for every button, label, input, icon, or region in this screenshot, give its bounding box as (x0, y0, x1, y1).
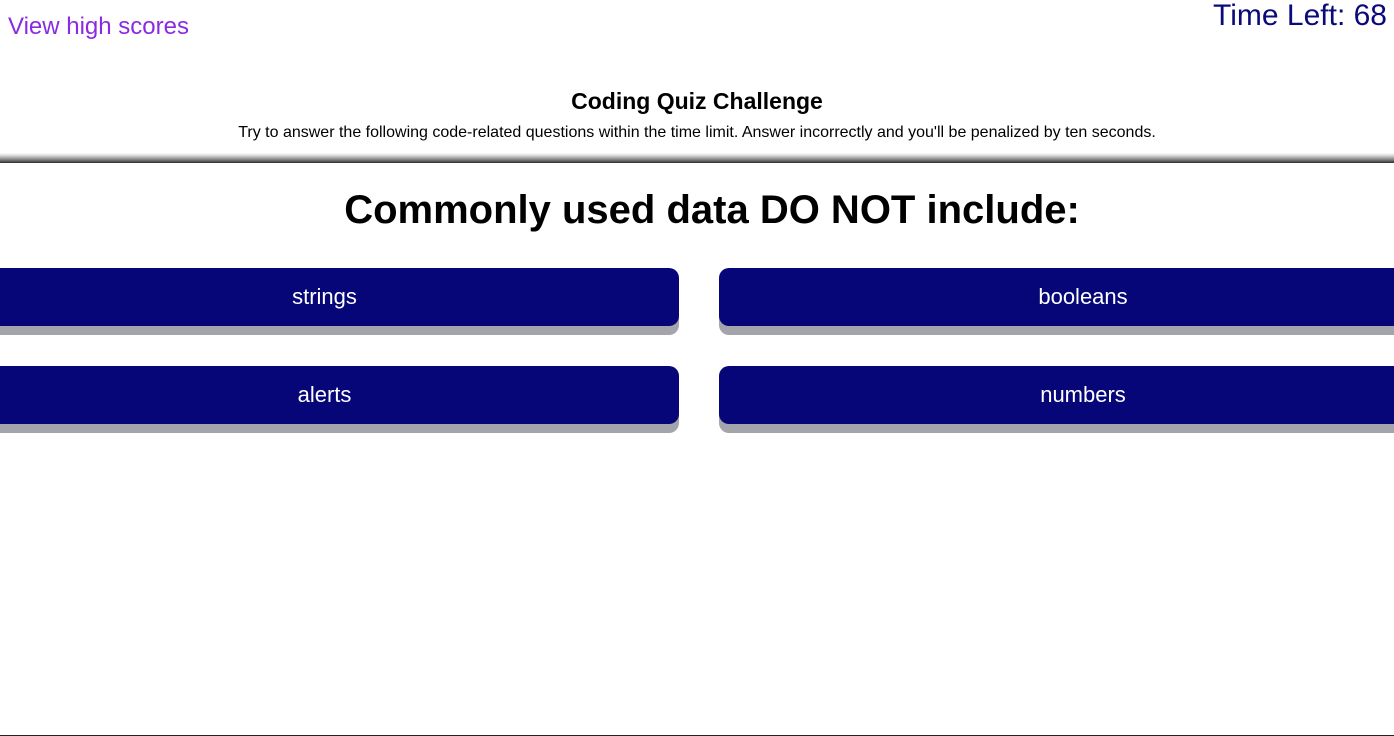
header-divider (0, 153, 1394, 163)
quiz-instructions: Try to answer the following code-related… (238, 124, 1156, 141)
quiz-header: Coding Quiz Challenge Try to answer the … (0, 84, 1394, 144)
question-text: Commonly used data DO NOT include: (344, 188, 1080, 232)
page-title: Coding Quiz Challenge (571, 88, 823, 114)
answer-button-numbers[interactable]: numbers (719, 366, 1394, 424)
answer-label: alerts (297, 382, 352, 407)
answer-button-booleans[interactable]: booleans (719, 268, 1394, 326)
answer-button-strings[interactable]: strings (0, 268, 679, 326)
view-high-scores-link[interactable]: View high scores (8, 13, 189, 41)
answer-label: numbers (1040, 382, 1126, 407)
answer-label: strings (292, 284, 357, 309)
answer-label: booleans (1038, 284, 1128, 309)
answer-button-alerts[interactable]: alerts (0, 366, 679, 424)
time-left-display: Time Left: 68 (1213, 0, 1387, 32)
quiz-page: View high scores Time Left: 68 Coding Qu… (0, 0, 1394, 736)
